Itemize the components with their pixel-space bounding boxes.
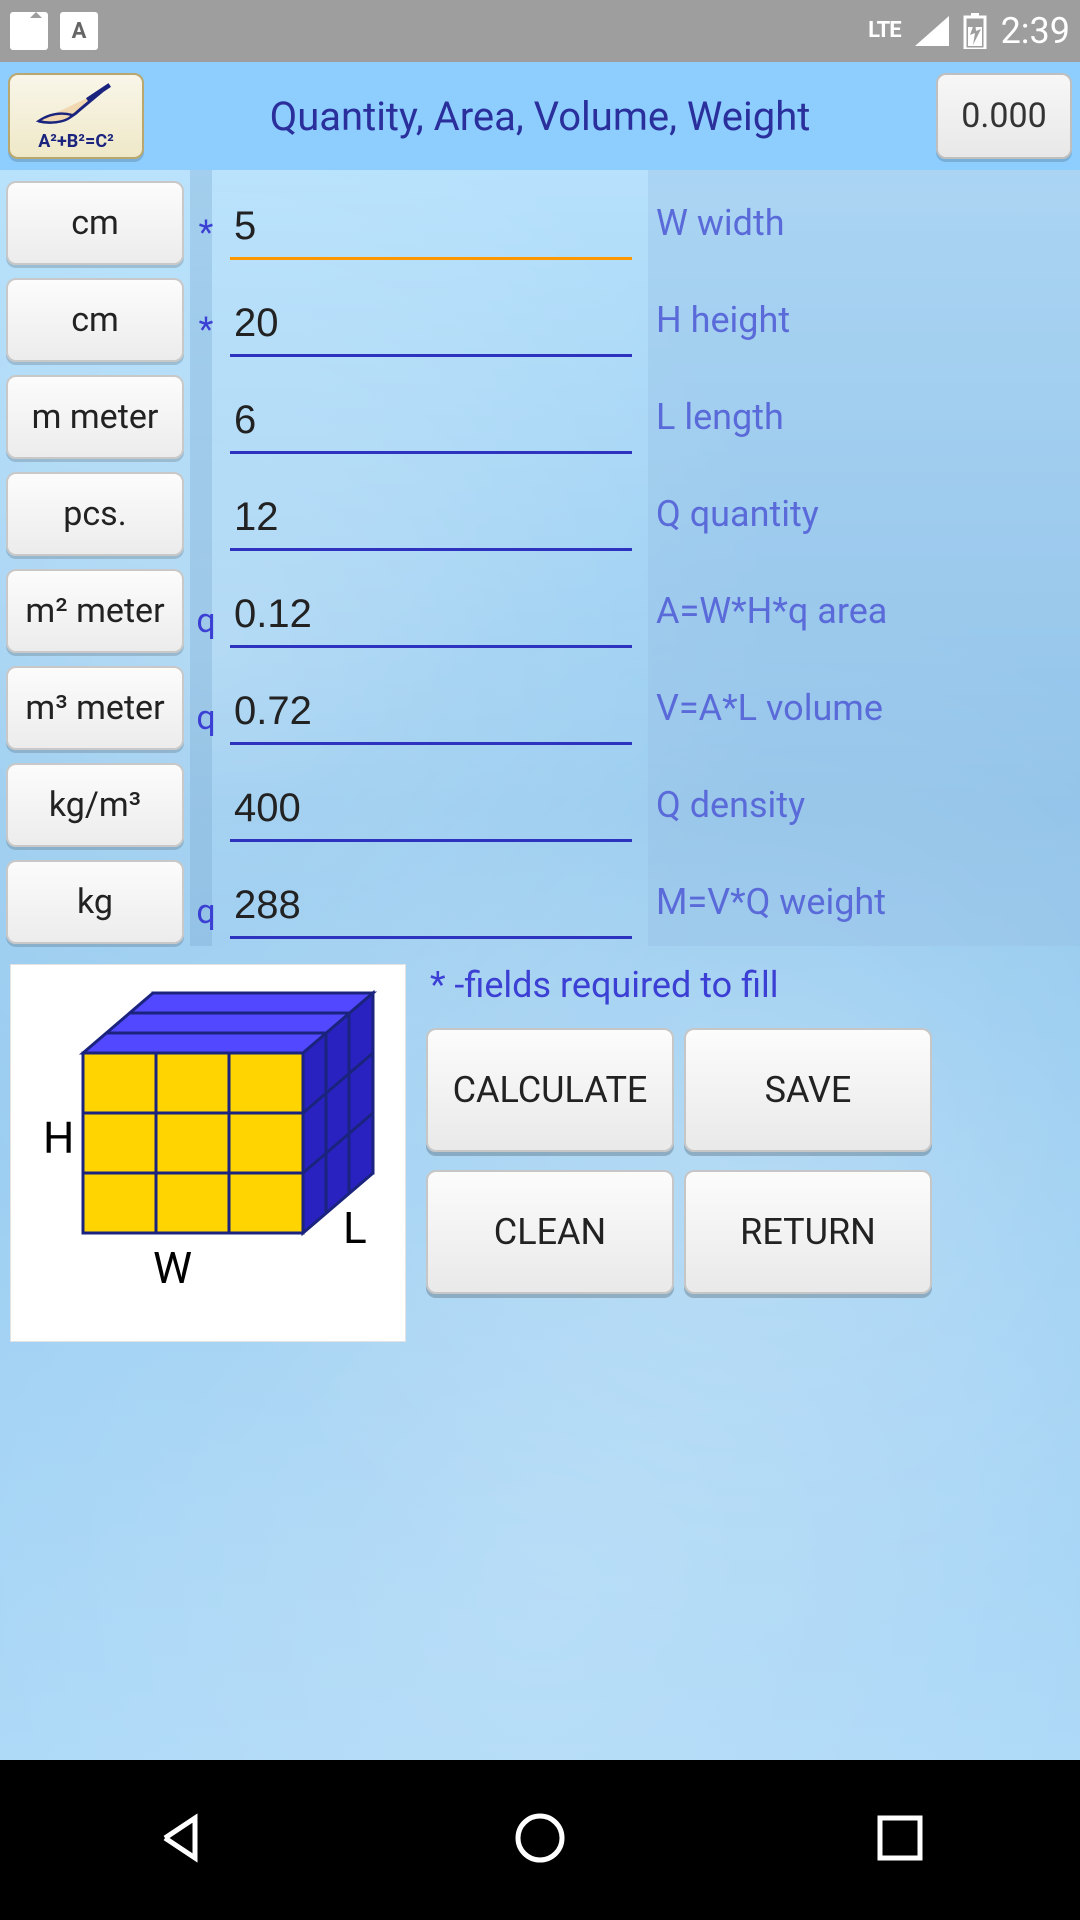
- row-width: cm * W width: [0, 174, 1080, 271]
- diagram-h-label: H: [43, 1112, 74, 1164]
- volume-input[interactable]: [230, 671, 632, 745]
- area-label: A=W*H*q area: [638, 590, 1080, 632]
- formula-label: A²+B²=C²: [38, 131, 114, 152]
- signal-icon: [915, 16, 949, 46]
- quantity-input[interactable]: [230, 477, 632, 551]
- page-title: Quantity, Area, Volume, Weight: [154, 93, 926, 140]
- battery-icon: [963, 13, 987, 49]
- unit-area-button[interactable]: m² meter: [6, 569, 184, 653]
- row-area: m² meter q A=W*H*q area: [0, 562, 1080, 659]
- save-button[interactable]: SAVE: [684, 1028, 932, 1152]
- result-display-button[interactable]: 0.000: [936, 73, 1072, 159]
- quantity-label: Q quantity: [638, 493, 1080, 535]
- unit-volume-button[interactable]: m³ meter: [6, 666, 184, 750]
- unit-length-button[interactable]: m meter: [6, 375, 184, 459]
- home-icon[interactable]: [505, 1803, 575, 1877]
- volume-label: V=A*L volume: [638, 687, 1080, 729]
- recent-icon[interactable]: [865, 1803, 935, 1877]
- unit-weight-button[interactable]: kg: [6, 860, 184, 944]
- sym-q: q: [192, 698, 220, 756]
- unit-height-button[interactable]: cm: [6, 278, 184, 362]
- width-label: W width: [638, 202, 1080, 244]
- sym-q: q: [192, 601, 220, 659]
- status-time: 2:39: [1001, 10, 1070, 52]
- back-icon[interactable]: [145, 1803, 215, 1877]
- width-input[interactable]: [230, 186, 632, 260]
- weight-input[interactable]: [230, 865, 632, 939]
- content-area: cm * W width cm * H height m meter L len…: [0, 170, 1080, 1760]
- area-input[interactable]: [230, 574, 632, 648]
- status-bar: A LTE 2:39: [0, 0, 1080, 62]
- unit-density-button[interactable]: kg/m³: [6, 763, 184, 847]
- unit-quantity-button[interactable]: pcs.: [6, 472, 184, 556]
- clean-button[interactable]: CLEAN: [426, 1170, 674, 1294]
- required-mark: *: [192, 213, 220, 271]
- lte-icon: LTE: [868, 21, 900, 41]
- row-weight: kg q M=V*Q weight: [0, 853, 1080, 950]
- row-length: m meter L length: [0, 368, 1080, 465]
- length-label: L length: [638, 396, 1080, 438]
- app-a-icon: A: [60, 12, 98, 50]
- row-height: cm * H height: [0, 271, 1080, 368]
- sym-blank: [192, 447, 220, 465]
- diagram-l-label: L: [343, 1202, 367, 1254]
- unit-width-button[interactable]: cm: [6, 181, 184, 265]
- density-input[interactable]: [230, 768, 632, 842]
- diagram-w-label: W: [153, 1242, 192, 1294]
- row-density: kg/m³ Q density: [0, 756, 1080, 853]
- sym-q: q: [192, 892, 220, 950]
- input-rows: cm * W width cm * H height m meter L len…: [0, 170, 1080, 950]
- draw-formula-button[interactable]: A²+B²=C²: [8, 73, 144, 159]
- app-header: A²+B²=C² Quantity, Area, Volume, Weight …: [0, 62, 1080, 170]
- calculate-button[interactable]: CALCULATE: [426, 1028, 674, 1152]
- return-button[interactable]: RETURN: [684, 1170, 932, 1294]
- row-quantity: pcs. Q quantity: [0, 465, 1080, 562]
- sym-blank: [192, 835, 220, 853]
- android-nav-bar: [0, 1760, 1080, 1920]
- sd-card-icon: [10, 12, 48, 50]
- sym-blank: [192, 544, 220, 562]
- density-label: Q density: [638, 784, 1080, 826]
- required-footnote: * -fields required to fill: [426, 964, 1070, 1006]
- required-mark: *: [192, 310, 220, 368]
- height-label: H height: [638, 299, 1080, 341]
- row-volume: m³ meter q V=A*L volume: [0, 659, 1080, 756]
- cuboid-diagram: H W L: [10, 964, 406, 1342]
- weight-label: M=V*Q weight: [638, 881, 1080, 923]
- height-input[interactable]: [230, 283, 632, 357]
- length-input[interactable]: [230, 380, 632, 454]
